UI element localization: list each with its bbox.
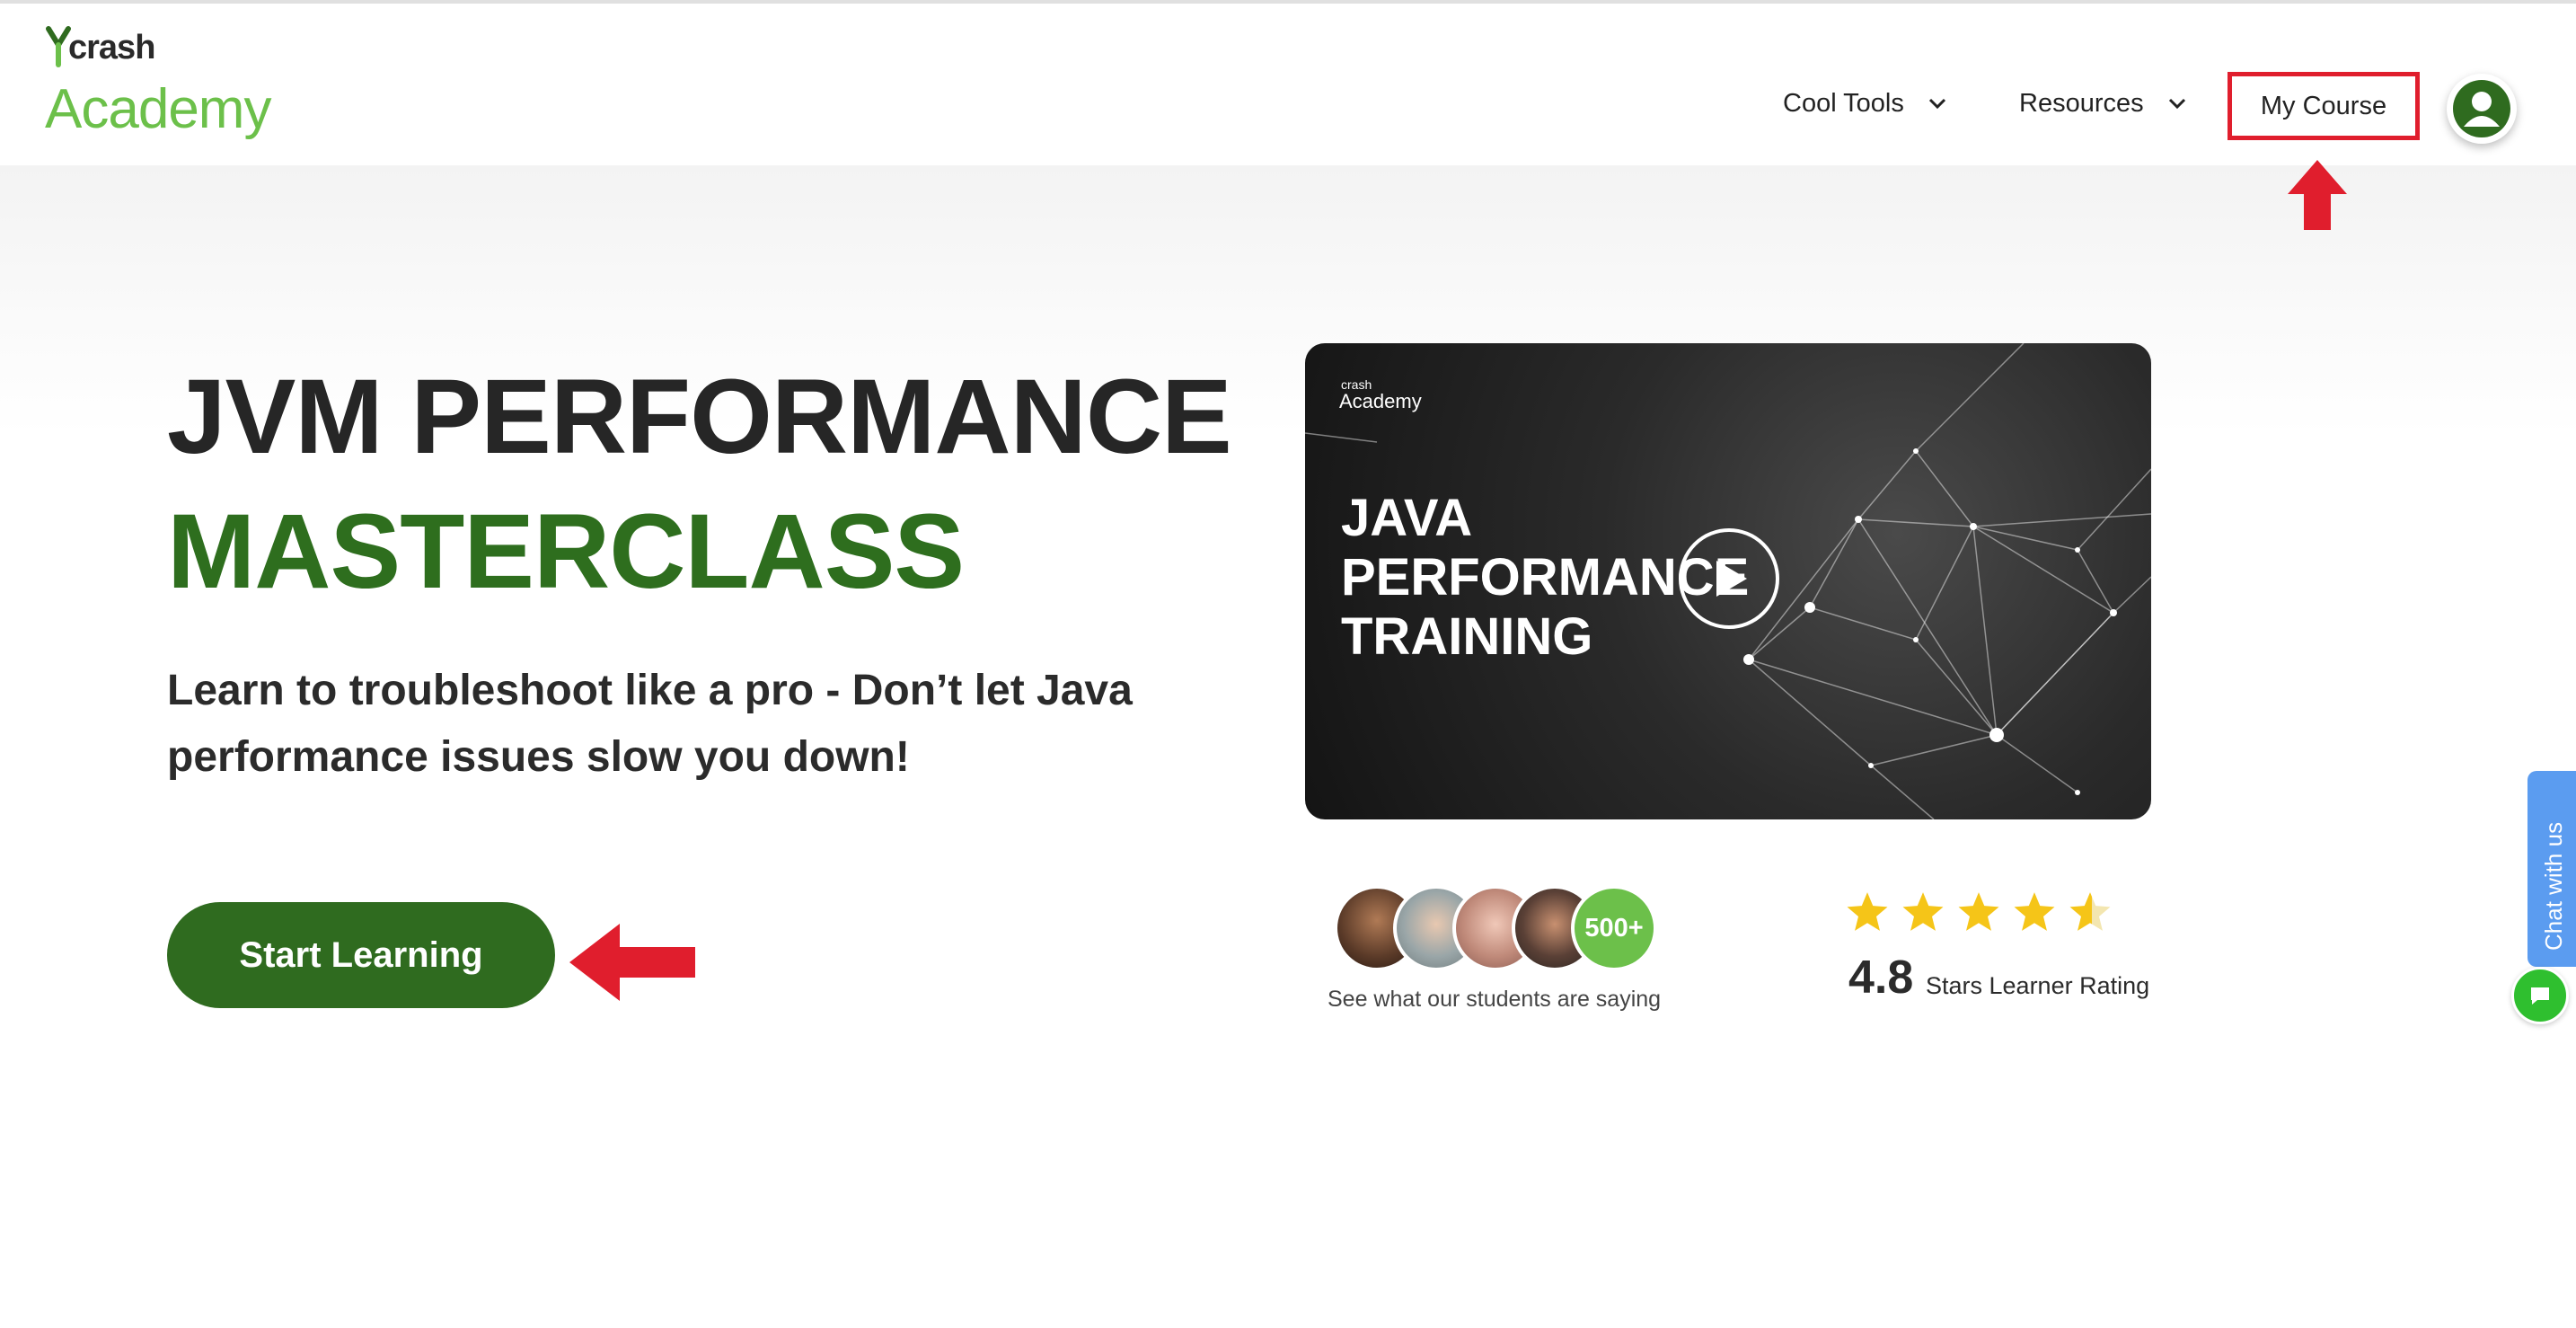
nav-my-course-label: My Course [2260,91,2387,120]
rating-value: 4.8 [1848,952,1914,1004]
course-video-thumbnail[interactable]: crash Academy JAVA PERFORMANCE TRAINING [1305,343,2151,819]
nav-resources-label: Resources [2019,88,2144,118]
video-title-line3: TRAINING [1341,607,1593,666]
video-title-line1: JAVA [1341,489,1473,547]
user-avatar[interactable] [2447,74,2517,144]
nav-my-course[interactable]: My Course [2228,72,2420,140]
user-icon [2453,80,2510,137]
red-arrow-left-icon [569,924,695,1001]
student-avatars[interactable]: 500+ [1334,885,1657,971]
rating-stars [1845,890,2113,934]
nav-cool-tools-label: Cool Tools [1783,88,1904,118]
star-icon [2014,892,2055,931]
chevron-down-icon [2168,98,2185,110]
students-caption[interactable]: See what our students are saying [1328,987,1661,1013]
play-button[interactable] [1679,528,1779,629]
logo-text-academy: Academy [45,78,271,140]
logo-text-crash: crash [68,29,155,66]
chevron-down-icon [1928,98,1945,110]
site-header: crash Academy Cool Tools Resources My Co… [0,4,2576,165]
site-logo[interactable]: crash Academy [45,25,314,151]
chat-bubble-button[interactable] [2511,967,2569,1024]
chat-with-us-tab[interactable]: Chat with us [2527,771,2576,967]
red-arrow-up-icon [2288,160,2347,230]
star-half-icon [2069,892,2111,931]
rating-label: Stars Learner Rating [1926,972,2150,999]
hero-subtitle: Learn to troubleshoot like a pro - Don’t… [167,667,1133,781]
star-icon [1902,892,1944,931]
star-icon [1958,892,1999,931]
star-icon [1847,892,1888,931]
nav-resources[interactable]: Resources [2019,81,2187,126]
hero-title-line1: JVM PERFORMANCE [167,358,1232,476]
student-count-badge: 500+ [1571,885,1657,971]
chat-tab-label: Chat with us [2540,821,2567,951]
video-logo-large: Academy [1339,390,1422,412]
play-icon [1716,561,1747,597]
chat-icon [2531,987,2549,1005]
start-learning-button[interactable]: Start Learning [167,902,555,1008]
nav-cool-tools[interactable]: Cool Tools [1783,81,1947,126]
hero-title-line2: MASTERCLASS [167,492,965,611]
